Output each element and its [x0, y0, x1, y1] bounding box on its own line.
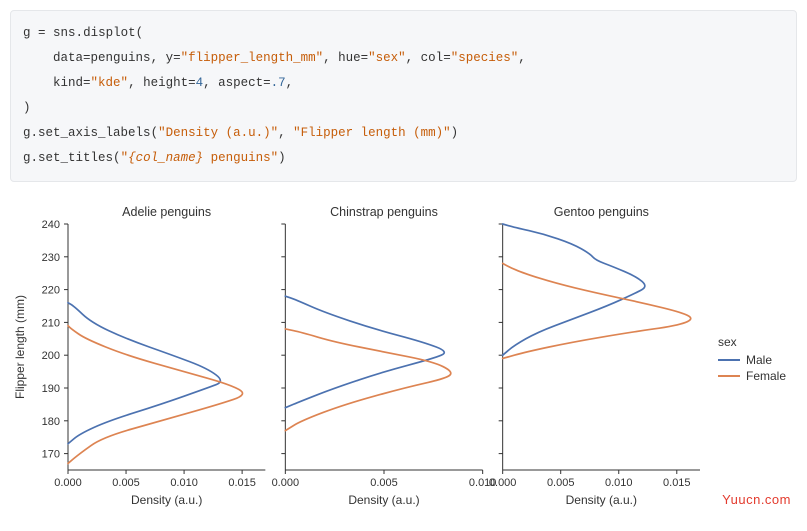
y-tick-label: 180 [42, 416, 60, 428]
legend-label-male: Male [746, 353, 772, 367]
y-axis-label: Flipper length (mm) [13, 295, 27, 399]
kde-line [68, 303, 220, 444]
x-tick-label: 0.010 [605, 477, 633, 489]
y-tick-label: 230 [42, 252, 60, 264]
code-line-6: g.set_titles("{col_name} penguins") [23, 151, 286, 165]
code-line-1: g = sns.displot( [23, 26, 143, 40]
code-line-3: kind="kde", height=4, aspect=.7, [23, 76, 293, 90]
x-tick-label: 0.010 [170, 477, 198, 489]
legend: sex Male Female [718, 335, 786, 385]
legend-title: sex [718, 335, 786, 349]
legend-entry-female: Female [718, 369, 786, 383]
x-axis-label: Density (a.u.) [566, 493, 637, 507]
x-tick-label: 0.015 [663, 477, 691, 489]
x-tick-label: 0.005 [112, 477, 140, 489]
panel-title: Chinstrap penguins [330, 205, 438, 219]
y-tick-label: 210 [42, 317, 60, 329]
figure-area: Flipper length (mm) 170 180 190 200 210 220 230… [10, 200, 797, 520]
legend-swatch-male [718, 359, 740, 361]
kde-line [503, 224, 645, 355]
code-block: g = sns.displot( data=penguins, y="flipp… [10, 10, 797, 182]
x-axis-label: Density (a.u.) [348, 493, 419, 507]
code-line-4: ) [23, 101, 31, 115]
kde-facet-chart: Flipper length (mm) 170 180 190 200 210 220 230… [10, 200, 710, 520]
panel-title: Adelie penguins [122, 205, 211, 219]
x-tick-label: 0.005 [547, 477, 575, 489]
x-tick-label: 0.000 [489, 477, 517, 489]
legend-label-female: Female [746, 369, 786, 383]
kde-line [68, 326, 242, 464]
code-line-5: g.set_axis_labels("Density (a.u.)", "Fli… [23, 126, 458, 140]
code-line-2: data=penguins, y="flipper_length_mm", hu… [23, 51, 526, 65]
x-tick-label: 0.000 [272, 477, 300, 489]
x-tick-label: 0.005 [370, 477, 398, 489]
y-tick-label: 190 [42, 383, 60, 395]
x-tick-label: 0.000 [54, 477, 82, 489]
panel-title: Gentoo penguins [554, 205, 649, 219]
x-axis-label: Density (a.u.) [131, 493, 202, 507]
y-tick-label: 240 [42, 219, 60, 231]
y-tick-label: 170 [42, 449, 60, 461]
kde-line [503, 263, 691, 358]
legend-swatch-female [718, 375, 740, 377]
x-tick-label: 0.015 [228, 477, 256, 489]
legend-entry-male: Male [718, 353, 786, 367]
y-tick-label: 220 [42, 285, 60, 297]
kde-line [285, 296, 444, 408]
y-tick-label: 200 [42, 350, 60, 362]
